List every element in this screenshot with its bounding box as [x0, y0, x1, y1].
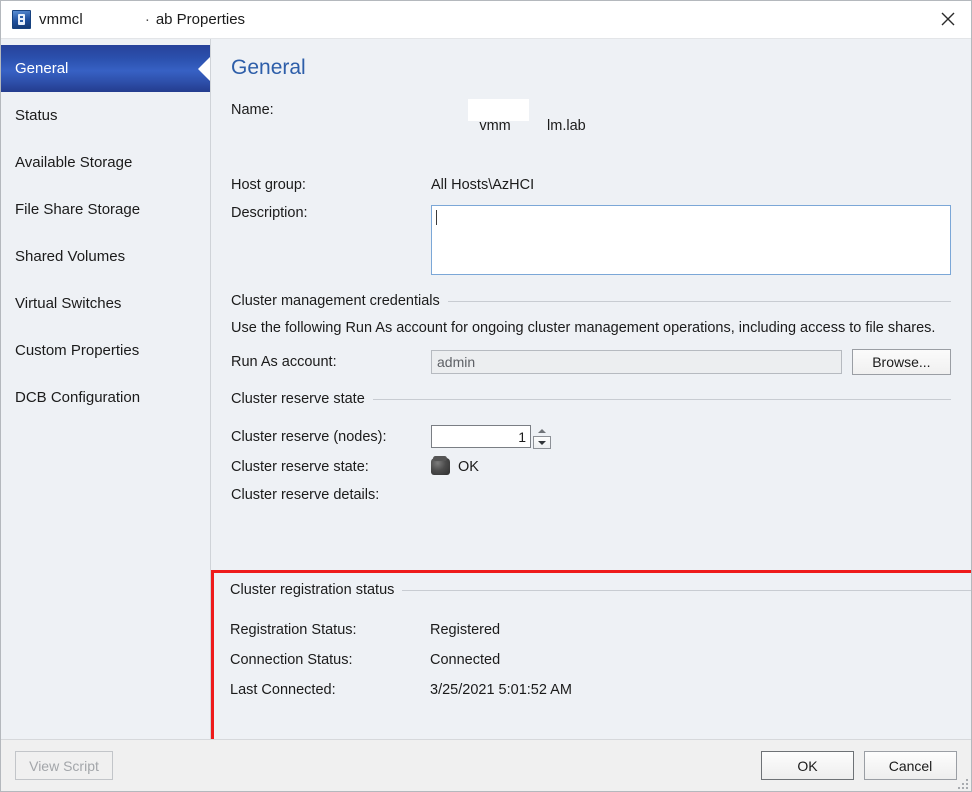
- reserve-details-label: Cluster reserve details:: [231, 487, 431, 503]
- description-row: Description:: [231, 205, 951, 275]
- window-title: vmmcl: [39, 11, 83, 28]
- server-icon: [12, 10, 31, 29]
- chevron-up-icon: [538, 429, 546, 433]
- sidebar-item-label: General: [15, 60, 68, 77]
- last-connected-value: 3/25/2021 5:01:52 AM: [430, 682, 572, 698]
- reserve-nodes-label: Cluster reserve (nodes):: [231, 429, 431, 445]
- close-icon: [941, 12, 955, 26]
- reserve-group-header: Cluster reserve state: [231, 391, 951, 407]
- cluster-status-icon: [431, 458, 450, 475]
- ok-button-label: OK: [797, 758, 817, 774]
- reserve-details-row: Cluster reserve details:: [231, 487, 951, 503]
- sidebar-item-label: File Share Storage: [15, 201, 140, 218]
- stepper-down-button[interactable]: [533, 436, 551, 449]
- view-script-button[interactable]: View Script: [15, 751, 113, 780]
- credentials-group-title: Cluster management credentials: [231, 293, 448, 309]
- close-button[interactable]: [925, 1, 971, 37]
- main-content: General Name: vmm lm.lab Host group: All…: [211, 39, 971, 739]
- registration-group-header: Cluster registration status: [230, 582, 971, 598]
- sidebar-item-label: DCB Configuration: [15, 389, 140, 406]
- host-group-label: Host group:: [231, 177, 431, 193]
- registration-status-row: Registration Status: Registered: [230, 622, 971, 638]
- reserve-nodes-input[interactable]: 1: [431, 425, 531, 448]
- group-divider: [402, 590, 971, 591]
- credentials-group-header: Cluster management credentials: [231, 293, 951, 309]
- view-script-button-label: View Script: [29, 758, 99, 774]
- dialog-body: General Status Available Storage File Sh…: [1, 38, 971, 739]
- connection-status-value: Connected: [430, 652, 500, 668]
- text-caret: [436, 210, 437, 225]
- title-separator: ·: [145, 11, 150, 28]
- sidebar: General Status Available Storage File Sh…: [1, 39, 211, 739]
- browse-button-label: Browse...: [872, 354, 930, 370]
- reserve-state-row: Cluster reserve state: OK: [231, 458, 951, 475]
- sidebar-item-label: Shared Volumes: [15, 248, 125, 265]
- sidebar-item-label: Available Storage: [15, 154, 132, 171]
- stepper-buttons: [533, 425, 551, 449]
- sidebar-item-file-share-storage[interactable]: File Share Storage: [1, 186, 210, 233]
- registration-status-group: Cluster registration status Registration…: [211, 570, 971, 739]
- run-as-label: Run As account:: [231, 354, 431, 370]
- last-connected-row: Last Connected: 3/25/2021 5:01:52 AM: [230, 682, 971, 698]
- description-input[interactable]: [431, 205, 951, 275]
- host-group-value: All Hosts\AzHCI: [431, 177, 534, 193]
- registration-status-label: Registration Status:: [230, 622, 430, 638]
- cancel-button[interactable]: Cancel: [864, 751, 957, 780]
- reserve-state-label: Cluster reserve state:: [231, 459, 431, 475]
- properties-dialog: vmmcl · ab Properties General Status Ava…: [0, 0, 972, 792]
- chevron-down-icon: [538, 441, 546, 445]
- description-label: Description:: [231, 205, 431, 221]
- cancel-button-label: Cancel: [889, 758, 933, 774]
- sidebar-item-status[interactable]: Status: [1, 92, 210, 139]
- credentials-description: Use the following Run As account for ong…: [231, 319, 946, 338]
- reserve-state-value: OK: [458, 459, 479, 475]
- name-row: Name: vmm lm.lab: [231, 102, 951, 166]
- reserve-group-title: Cluster reserve state: [231, 391, 373, 407]
- sidebar-item-label: Custom Properties: [15, 342, 139, 359]
- page-title: General: [231, 56, 951, 80]
- window-title-suffix: ab Properties: [156, 11, 245, 28]
- sidebar-item-general[interactable]: General: [1, 45, 210, 92]
- connection-status-label: Connection Status:: [230, 652, 430, 668]
- sidebar-item-shared-volumes[interactable]: Shared Volumes: [1, 233, 210, 280]
- name-value-suffix: lm.lab: [547, 118, 586, 134]
- sidebar-item-label: Status: [15, 107, 58, 124]
- registration-group-title: Cluster registration status: [230, 582, 402, 598]
- title-bar: vmmcl · ab Properties: [1, 1, 971, 38]
- footer-actions: OK Cancel: [761, 751, 957, 780]
- sidebar-item-dcb-configuration[interactable]: DCB Configuration: [1, 374, 210, 421]
- run-as-input[interactable]: admin: [431, 350, 842, 374]
- stepper-up-button[interactable]: [533, 425, 551, 436]
- resize-grip[interactable]: [956, 777, 968, 789]
- dialog-footer: View Script OK Cancel: [1, 739, 971, 791]
- browse-button[interactable]: Browse...: [852, 349, 951, 375]
- run-as-row: Run As account: admin Browse...: [231, 349, 951, 375]
- registration-status-value: Registered: [430, 622, 500, 638]
- redaction-box: [468, 99, 529, 121]
- name-label: Name:: [231, 102, 431, 118]
- host-group-row: Host group: All Hosts\AzHCI: [231, 177, 951, 193]
- sidebar-item-virtual-switches[interactable]: Virtual Switches: [1, 280, 210, 327]
- group-divider: [373, 399, 951, 400]
- ok-button[interactable]: OK: [761, 751, 854, 780]
- reserve-nodes-value: 1: [518, 429, 526, 445]
- group-divider: [448, 301, 951, 302]
- reserve-nodes-row: Cluster reserve (nodes): 1: [231, 425, 951, 449]
- name-value: vmm lm.lab: [431, 102, 586, 166]
- sidebar-item-available-storage[interactable]: Available Storage: [1, 139, 210, 186]
- sidebar-item-custom-properties[interactable]: Custom Properties: [1, 327, 210, 374]
- connection-status-row: Connection Status: Connected: [230, 652, 971, 668]
- sidebar-item-label: Virtual Switches: [15, 295, 121, 312]
- last-connected-label: Last Connected:: [230, 682, 430, 698]
- run-as-value: admin: [437, 354, 475, 370]
- reserve-nodes-stepper[interactable]: 1: [431, 425, 551, 449]
